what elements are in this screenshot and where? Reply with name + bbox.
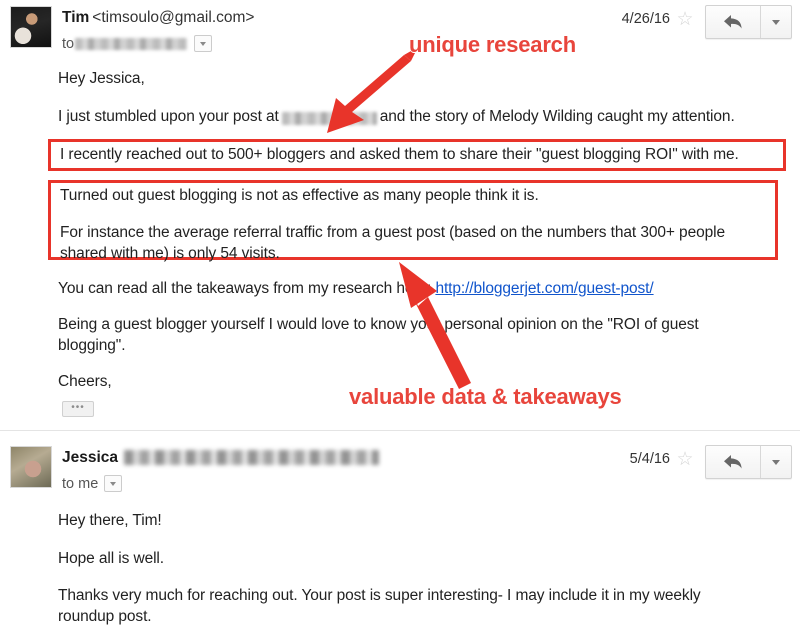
message-header-tim: Tim <timsoulo@gmail.com> to 4/26/16 ☆ <box>0 0 800 56</box>
avatar <box>10 446 52 488</box>
star-icon[interactable]: ☆ <box>675 10 695 30</box>
takeaways-text: You can read all the takeaways from my r… <box>58 280 432 297</box>
message-date: 5/4/16 <box>629 451 670 467</box>
redacted-sender-email <box>124 450 380 466</box>
show-trimmed-content-button[interactable]: ••• <box>62 401 94 417</box>
redacted-recipient <box>75 37 188 50</box>
annotation-unique-research: unique research <box>409 32 576 57</box>
intro-text-before: I just stumbled upon your post at <box>58 108 279 125</box>
opinion-paragraph: Being a guest blogger yourself I would l… <box>58 316 699 354</box>
recipient-line: to <box>62 35 213 52</box>
more-options-chevron-down-icon[interactable] <box>761 446 791 478</box>
highlight-two-b-text: For instance the average referral traffi… <box>60 224 725 262</box>
sender-line: Jessica <box>62 449 380 467</box>
reply-arrow-icon <box>724 455 742 469</box>
redacted-site-name <box>281 112 377 126</box>
sender-name: Jessica <box>62 449 119 466</box>
signoff-text: Cheers, <box>58 373 112 390</box>
recipient-details-chevron-down-icon[interactable] <box>104 475 123 492</box>
more-options-chevron-down-icon[interactable] <box>761 6 791 38</box>
recipient-line: to me <box>62 475 123 492</box>
gmail-thread-screenshot: Tim <timsoulo@gmail.com> to 4/26/16 ☆ Hey… <box>0 0 800 631</box>
reply-button[interactable] <box>706 6 761 38</box>
avatar <box>10 6 52 48</box>
reply-arrow-icon <box>724 15 742 29</box>
message-divider <box>0 430 800 431</box>
highlight-two-a-text: Turned out guest blogging is not as effe… <box>60 187 539 204</box>
star-icon[interactable]: ☆ <box>675 450 695 470</box>
message-date: 4/26/16 <box>621 11 670 27</box>
reply-line-two-text: Hope all is well. <box>58 550 164 567</box>
message-header-jessica: Jessica to me 5/4/16 ☆ <box>0 440 800 496</box>
annotation-valuable-data: valuable data & takeaways <box>349 384 622 409</box>
takeaways-paragraph: You can read all the takeaways from my r… <box>58 278 788 299</box>
reply-button-group[interactable] <box>705 5 792 39</box>
reply-button-group[interactable] <box>705 445 792 479</box>
research-link[interactable]: http://bloggerjet.com/guest-post/ <box>435 280 653 297</box>
recipient-details-chevron-down-icon[interactable] <box>194 35 213 52</box>
greeting-text: Hey Jessica, <box>58 70 145 87</box>
sender-email: <timsoulo@gmail.com> <box>92 9 255 26</box>
to-label: to <box>62 35 75 52</box>
reply-button[interactable] <box>706 446 761 478</box>
intro-text-after: and the story of Melody Wilding caught m… <box>379 108 735 125</box>
intro-paragraph: I just stumbled upon your post at and the… <box>58 106 788 127</box>
sender-name: Tim <box>62 9 90 26</box>
sender-line: Tim <timsoulo@gmail.com> <box>62 9 254 27</box>
to-label: to me <box>62 475 99 492</box>
highlight-one-text: I recently reached out to 500+ bloggers … <box>60 146 739 163</box>
reply-greeting-text: Hey there, Tim! <box>58 512 162 529</box>
reply-line-three-text: Thanks very much for reaching out. Your … <box>58 587 701 625</box>
